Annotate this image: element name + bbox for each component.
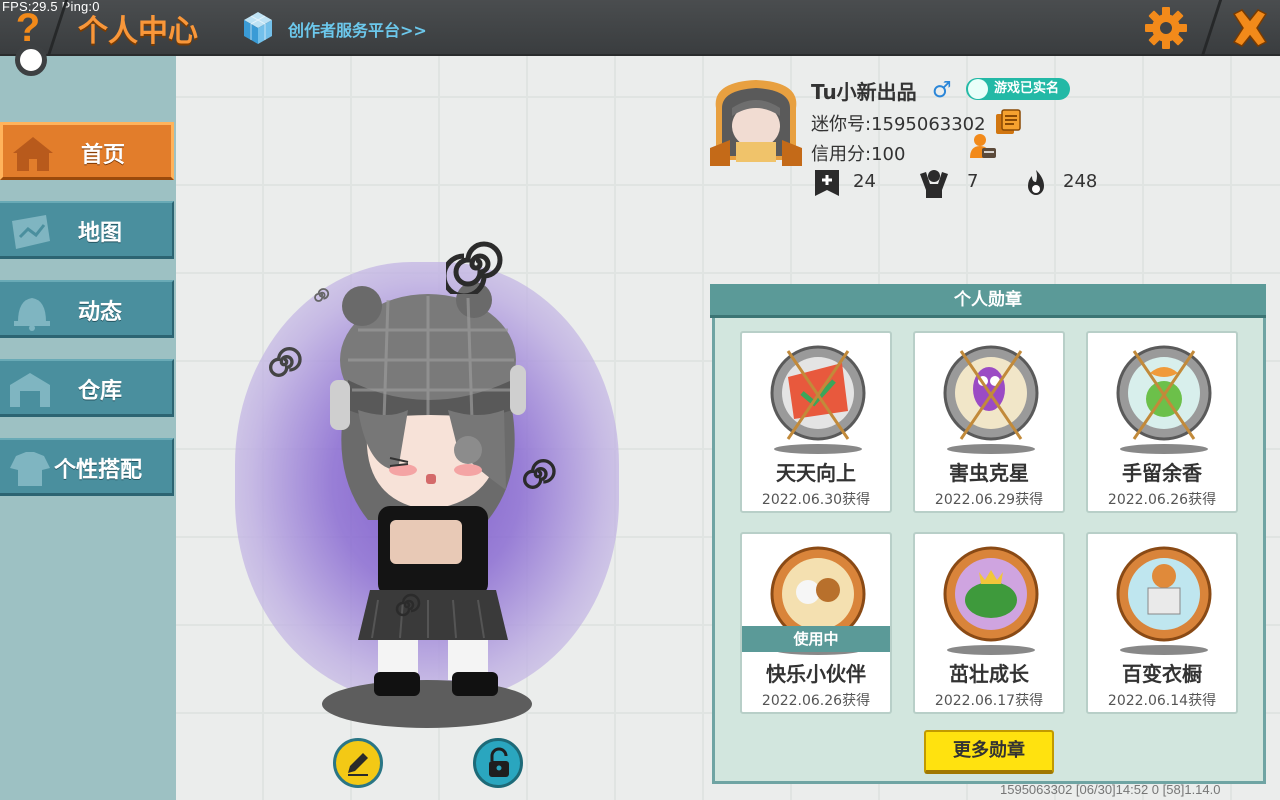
user-check-icon bbox=[968, 79, 988, 99]
sidebar-item-label: 地图 bbox=[78, 221, 123, 246]
credit-card-user-icon[interactable] bbox=[968, 132, 998, 162]
badge-medal-icon bbox=[1116, 546, 1212, 655]
copy-icon[interactable] bbox=[994, 108, 1022, 136]
badge-date: 2022.06.14获得 bbox=[1107, 693, 1217, 709]
bell-icon bbox=[14, 298, 50, 331]
badge-name: 茁壮成长 bbox=[949, 662, 1029, 686]
fans-icon bbox=[920, 170, 948, 198]
in-use-label: 使用中 bbox=[742, 626, 890, 652]
badge-name: 害虫克星 bbox=[949, 461, 1029, 485]
page-title: 个人中心 bbox=[78, 14, 198, 49]
badge-name: 快乐小伙伴 bbox=[766, 662, 866, 686]
home-icon bbox=[13, 137, 53, 171]
badge-medal-icon bbox=[943, 345, 1039, 454]
badge-medal-icon bbox=[1116, 345, 1212, 454]
gear-icon[interactable] bbox=[1142, 4, 1190, 52]
badge-date: 2022.06.29获得 bbox=[934, 492, 1044, 508]
friends-add-icon bbox=[815, 170, 839, 196]
credit-score: 信用分:100 bbox=[811, 144, 906, 165]
badge-card[interactable]: 使用中 快乐小伙伴 2022.06.26获得 bbox=[740, 532, 892, 714]
edit-avatar-button[interactable] bbox=[333, 738, 383, 788]
spiral-effect bbox=[314, 288, 330, 302]
close-icon[interactable] bbox=[1228, 6, 1272, 50]
lock-avatar-button[interactable] bbox=[473, 738, 523, 788]
pencil-icon bbox=[348, 753, 368, 776]
popularity-flame-icon bbox=[1028, 170, 1044, 195]
badge-card[interactable]: 百变衣橱 2022.06.14获得 bbox=[1086, 532, 1238, 714]
player-avatar[interactable] bbox=[318, 270, 538, 710]
friends-count: 24 bbox=[853, 171, 876, 192]
badge-card[interactable]: 天天向上 2022.06.30获得 bbox=[740, 331, 892, 513]
badges-header: 个人勋章 bbox=[710, 284, 1266, 318]
fans-count: 7 bbox=[967, 171, 979, 192]
sidebar-item-label: 动态 bbox=[78, 300, 123, 325]
badge-date: 2022.06.26获得 bbox=[1107, 492, 1217, 508]
sidebar-item-home[interactable]: 首页 bbox=[0, 122, 174, 180]
spiral-effect bbox=[395, 593, 421, 617]
warehouse-icon bbox=[10, 373, 50, 407]
badge-medal-icon bbox=[943, 546, 1039, 655]
map-icon bbox=[12, 215, 50, 249]
divider bbox=[1200, 0, 1223, 56]
top-bar: FPS:29.5 Ping:0 ? 个人中心 创作者服务平台>> bbox=[0, 0, 1280, 56]
sidebar-item-label: 个性搭配 bbox=[54, 458, 143, 483]
badge-date: 2022.06.17获得 bbox=[934, 693, 1044, 709]
spiral-effect bbox=[523, 459, 556, 489]
lock-icon bbox=[489, 747, 509, 777]
popularity-count: 248 bbox=[1063, 171, 1098, 192]
sidebar-item-outfit[interactable]: 个性搭配 bbox=[0, 438, 174, 496]
verified-badge: 游戏已实名 bbox=[966, 78, 1070, 100]
badge-name: 天天向上 bbox=[776, 461, 856, 485]
creator-platform-link[interactable]: 创作者服务平台>> bbox=[288, 17, 427, 41]
gender-male-icon: ♂ bbox=[932, 78, 952, 103]
sidebar-item-label: 首页 bbox=[81, 143, 126, 168]
badge-card[interactable]: 手留余香 2022.06.26获得 bbox=[1086, 331, 1238, 513]
badge-card[interactable]: 害虫克星 2022.06.29获得 bbox=[913, 331, 1065, 513]
badge-card[interactable]: 茁壮成长 2022.06.17获得 bbox=[913, 532, 1065, 714]
cube-icon[interactable] bbox=[242, 10, 274, 46]
sidebar-item-label: 仓库 bbox=[78, 379, 123, 404]
build-info: 1595063302 [06/30]14:52 0 [58]1.14.0 bbox=[1000, 782, 1221, 797]
spiral-effect bbox=[446, 241, 503, 294]
sidebar-item-warehouse[interactable]: 仓库 bbox=[0, 359, 174, 417]
badge-date: 2022.06.26获得 bbox=[761, 693, 871, 709]
badge-medal-icon bbox=[770, 345, 866, 454]
sidebar-item-feed[interactable]: 动态 bbox=[0, 280, 174, 338]
more-badges-button[interactable]: 更多勋章 bbox=[924, 730, 1054, 774]
spiral-effect bbox=[269, 347, 302, 377]
help-toggle-dot[interactable] bbox=[15, 44, 47, 76]
username: Tu小新出品 bbox=[811, 80, 917, 104]
profile-avatar[interactable] bbox=[710, 78, 802, 166]
outfit-icon bbox=[10, 452, 50, 486]
sidebar-item-map[interactable]: 地图 bbox=[0, 201, 174, 259]
badge-date: 2022.06.30获得 bbox=[761, 492, 871, 508]
badge-name: 手留余香 bbox=[1122, 461, 1202, 485]
mini-id: 迷你号:1595063302 bbox=[811, 114, 986, 135]
badge-name: 百变衣橱 bbox=[1122, 662, 1202, 686]
